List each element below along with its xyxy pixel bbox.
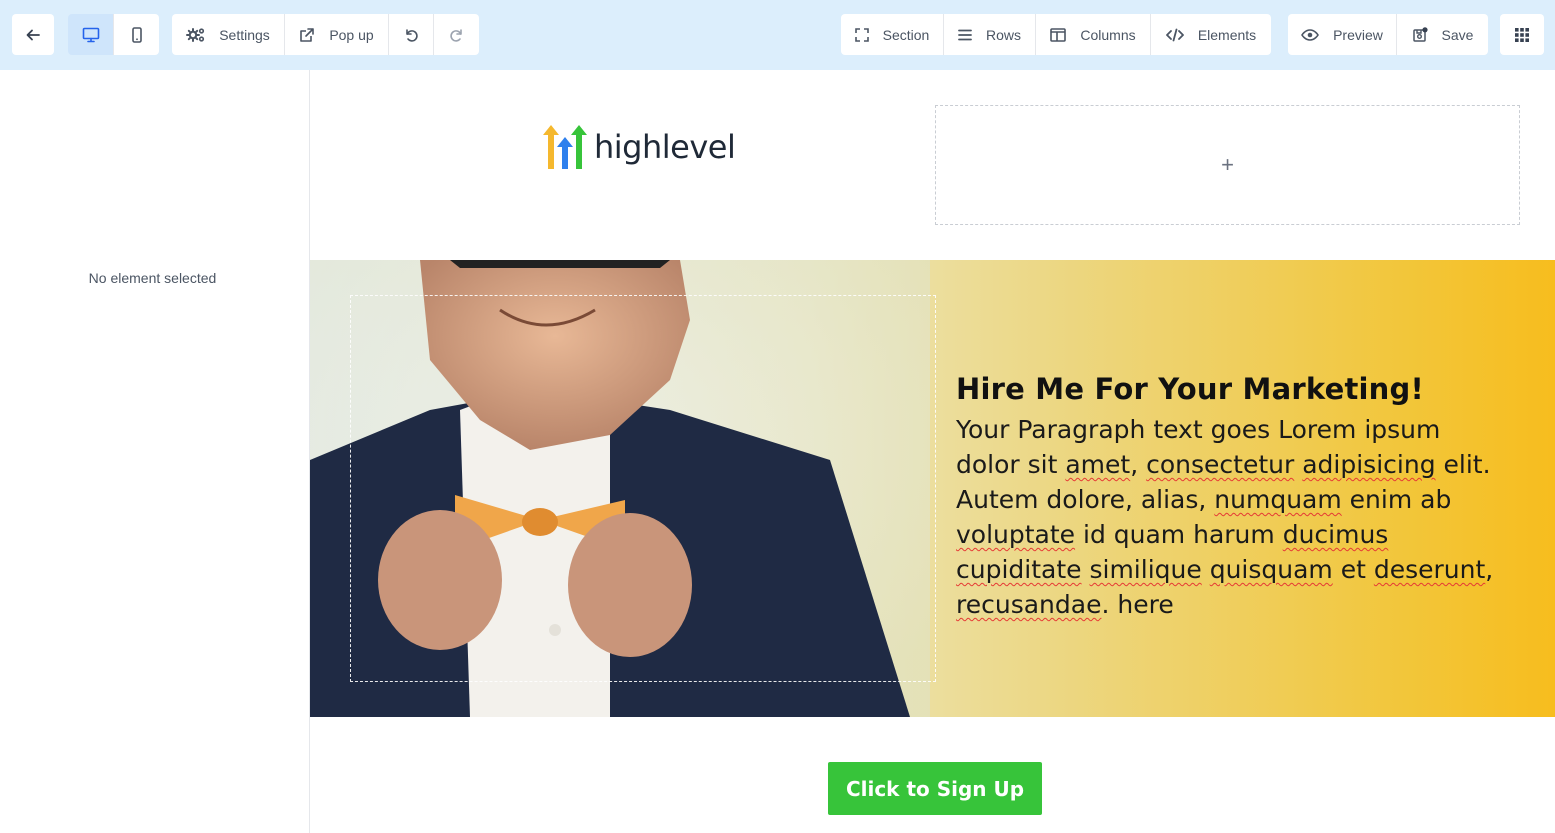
- misspelled-word: voluptate: [956, 520, 1076, 549]
- rows-icon: [958, 29, 972, 40]
- empty-selection-message: No element selected: [88, 270, 217, 286]
- settings-label: Settings: [219, 26, 270, 43]
- elements-label: Elements: [1197, 26, 1257, 43]
- save-label: Save: [1441, 26, 1474, 43]
- elements-button[interactable]: Elements: [1151, 14, 1271, 55]
- highlevel-logo[interactable]: highlevel: [542, 125, 736, 169]
- rows-button[interactable]: Rows: [944, 14, 1036, 55]
- misspelled-word: adipisicing: [1302, 450, 1436, 479]
- top-toolbar: Settings Pop up Section Rows Columns Ele…: [0, 0, 1555, 70]
- redo-button[interactable]: [434, 14, 479, 55]
- popup-button[interactable]: Pop up: [285, 14, 389, 55]
- structure-actions: Section Rows Columns Elements: [841, 14, 1271, 55]
- desktop-view-button[interactable]: [68, 14, 114, 55]
- paragraph-text: . here: [1101, 590, 1174, 619]
- preview-label: Preview: [1333, 26, 1383, 43]
- misspelled-word: amet: [1065, 450, 1131, 479]
- expand-icon: [854, 27, 869, 42]
- misspelled-word: ducimus: [1282, 520, 1389, 549]
- save-button[interactable]: Save: [1397, 14, 1488, 55]
- publish-actions: Preview Save: [1288, 14, 1488, 55]
- logo-text: highlevel: [594, 128, 736, 166]
- misspelled-word: cupiditate: [956, 555, 1082, 584]
- misspelled-word: quisquam: [1209, 555, 1333, 584]
- columns-label: Columns: [1080, 26, 1136, 43]
- undo-icon: [406, 28, 418, 42]
- paragraph-text: ,: [1130, 450, 1147, 479]
- hero-section[interactable]: Hire Me For Your Marketing! Your Paragra…: [310, 260, 1555, 717]
- hero-paragraph[interactable]: Your Paragraph text goes Lorem ipsum dol…: [956, 412, 1496, 622]
- columns-icon: [1050, 27, 1067, 42]
- mobile-icon: [131, 26, 142, 43]
- redo-icon: [449, 28, 462, 42]
- code-icon: [1165, 28, 1184, 41]
- paragraph-text: et: [1332, 555, 1374, 584]
- image-selection-outline: [350, 295, 936, 682]
- rows-label: Rows: [985, 26, 1021, 43]
- empty-column-dropzone[interactable]: +: [935, 105, 1520, 225]
- grid-icon: [1515, 27, 1529, 42]
- preview-button[interactable]: Preview: [1288, 14, 1397, 55]
- mobile-view-button[interactable]: [114, 14, 159, 55]
- misspelled-word: numquam: [1214, 485, 1342, 514]
- misspelled-word: recusandae: [956, 590, 1102, 619]
- external-link-icon: [300, 27, 315, 42]
- device-toggle: [68, 14, 159, 55]
- popup-label: Pop up: [329, 26, 374, 43]
- properties-panel: No element selected: [0, 70, 310, 833]
- paragraph-text: id quam harum: [1075, 520, 1283, 549]
- desktop-icon: [82, 27, 99, 42]
- arrow-left-icon: [26, 29, 40, 40]
- misspelled-word: consectetur: [1146, 450, 1295, 479]
- paragraph-text: ,: [1485, 555, 1494, 584]
- columns-button[interactable]: Columns: [1036, 14, 1151, 55]
- add-element-icon[interactable]: +: [1221, 152, 1234, 178]
- paragraph-text: [1202, 555, 1210, 584]
- paragraph-text: enim ab: [1341, 485, 1452, 514]
- section-button[interactable]: Section: [841, 14, 944, 55]
- back-button[interactable]: [12, 14, 54, 55]
- sign-up-button[interactable]: Click to Sign Up: [828, 762, 1042, 815]
- hero-headline[interactable]: Hire Me For Your Marketing!: [956, 372, 1424, 406]
- settings-button[interactable]: Settings: [172, 14, 285, 55]
- save-icon: [1412, 26, 1428, 42]
- apps-menu-button[interactable]: [1500, 14, 1544, 55]
- gears-icon: [186, 27, 205, 42]
- misspelled-word: deserunt: [1373, 555, 1486, 584]
- section-label: Section: [882, 26, 930, 43]
- editor-actions: Settings Pop up: [172, 14, 479, 55]
- page-canvas: highlevel + Hire Me For Your Marketing! …: [310, 70, 1555, 833]
- logo-arrows-icon: [543, 125, 587, 169]
- eye-icon: [1301, 28, 1320, 41]
- undo-button[interactable]: [389, 14, 434, 55]
- misspelled-word: similique: [1089, 555, 1202, 584]
